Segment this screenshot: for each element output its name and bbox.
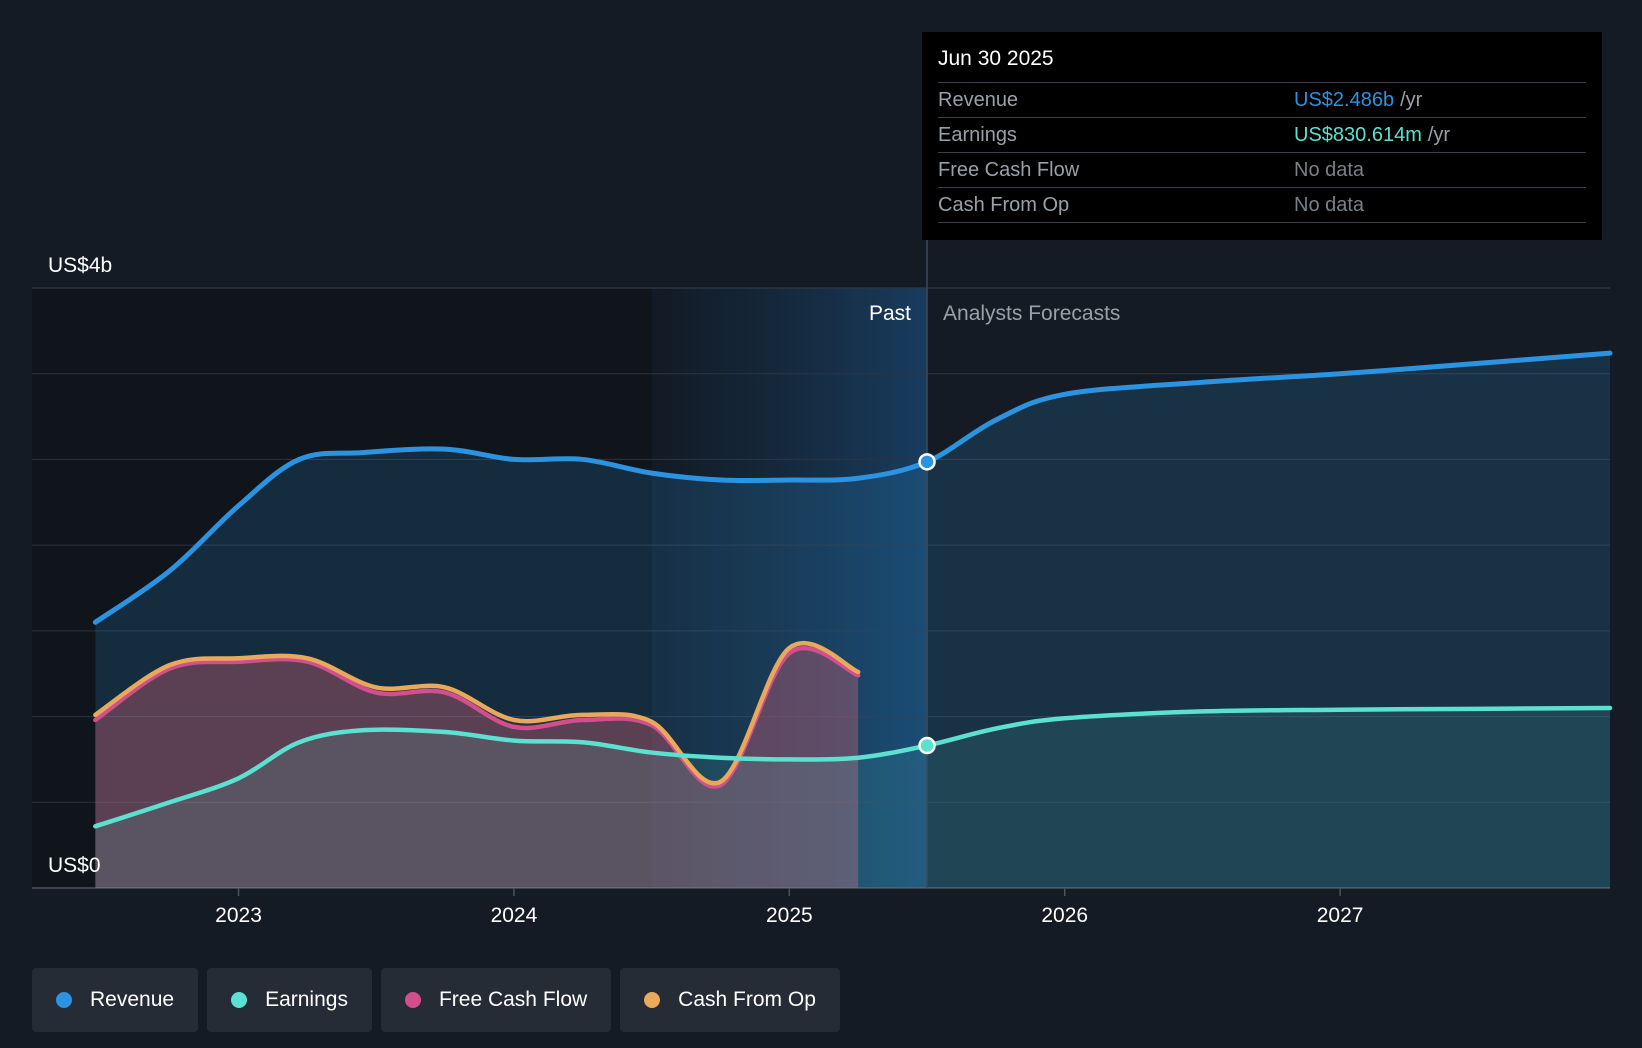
y-tick-label: US$0 bbox=[48, 854, 101, 877]
x-tick-label: 2025 bbox=[766, 904, 813, 927]
legend-item-free-cash-flow[interactable]: Free Cash Flow bbox=[380, 968, 612, 1032]
x-tick-label: 2024 bbox=[491, 904, 538, 927]
tooltip-value: No data bbox=[1294, 159, 1365, 181]
revenue-marker bbox=[918, 453, 936, 471]
forecast-label: Analysts Forecasts bbox=[943, 302, 1120, 325]
legend-dot-icon bbox=[644, 992, 661, 1008]
legend-label: Revenue bbox=[90, 988, 175, 1011]
legend-dot-icon bbox=[404, 992, 421, 1008]
tooltip-date: Jun 30 2025 bbox=[938, 44, 1586, 83]
earnings-marker bbox=[918, 736, 936, 755]
tooltip-label: Revenue bbox=[938, 89, 1019, 111]
legend-label: Earnings bbox=[265, 988, 348, 1011]
tooltip-row-free-cash-flow: Free Cash Flow No data bbox=[938, 153, 1586, 188]
tooltip-unit: /yr bbox=[1400, 89, 1423, 111]
legend-item-earnings[interactable]: Earnings bbox=[207, 968, 372, 1032]
legend-dot-icon bbox=[231, 992, 248, 1008]
tooltip-label: Earnings bbox=[938, 124, 1017, 146]
y-tick-label: US$4b bbox=[48, 254, 112, 277]
legend-item-cash-from-op[interactable]: Cash From Op bbox=[620, 968, 840, 1032]
tooltip-value: No data bbox=[1294, 194, 1365, 216]
legend-label: Cash From Op bbox=[678, 988, 816, 1011]
tooltip-row-earnings: Earnings US$830.614m /yr bbox=[938, 118, 1586, 153]
past-label: Past bbox=[869, 302, 911, 325]
legend-item-revenue[interactable]: Revenue bbox=[32, 968, 199, 1032]
x-tick-label: 2023 bbox=[215, 904, 262, 927]
tooltip-unit: /yr bbox=[1427, 124, 1451, 146]
tooltip: Jun 30 2025 Revenue US$2.486b /yr Earnin… bbox=[922, 32, 1602, 240]
legend-label: Free Cash Flow bbox=[438, 988, 588, 1011]
x-tick-label: 2027 bbox=[1317, 904, 1364, 927]
tooltip-value: US$2.486b bbox=[1294, 89, 1395, 111]
tooltip-row-revenue: Revenue US$2.486b /yr bbox=[938, 83, 1586, 118]
tooltip-row-cash-from-op: Cash From Op No data bbox=[938, 188, 1586, 223]
tooltip-value: US$830.614m bbox=[1294, 124, 1422, 146]
legend-dot-icon bbox=[56, 992, 72, 1008]
tooltip-label: Free Cash Flow bbox=[938, 159, 1080, 181]
x-tick-label: 2026 bbox=[1041, 904, 1088, 927]
tooltip-label: Cash From Op bbox=[938, 194, 1070, 216]
legend: Revenue Earnings Free Cash Flow Cash Fro… bbox=[32, 968, 840, 1032]
